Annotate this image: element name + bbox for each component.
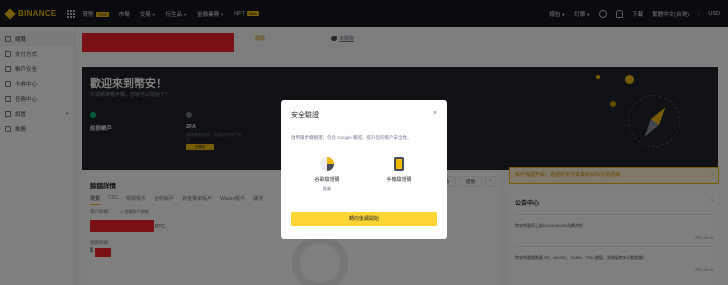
google-authenticator-icon bbox=[320, 157, 334, 171]
option-google-authenticator[interactable]: 谷歌驗證碼 推薦 bbox=[297, 157, 357, 192]
modal-title: 安全驗證 bbox=[291, 112, 319, 119]
option-sms[interactable]: 手機驗證碼 bbox=[369, 157, 429, 183]
security-verification-modal: 安全驗證 × 啟用兩步驟驗證，包含 Google 驗證，提升您的帳戶安全性。 谷… bbox=[281, 100, 447, 239]
modal-description: 啟用兩步驟驗證，包含 Google 驗證，提升您的帳戶安全性。 bbox=[291, 135, 412, 140]
continue-button[interactable]: 轉向後續開始 bbox=[291, 212, 437, 226]
phone-icon bbox=[394, 157, 404, 171]
close-icon[interactable]: × bbox=[433, 110, 437, 117]
